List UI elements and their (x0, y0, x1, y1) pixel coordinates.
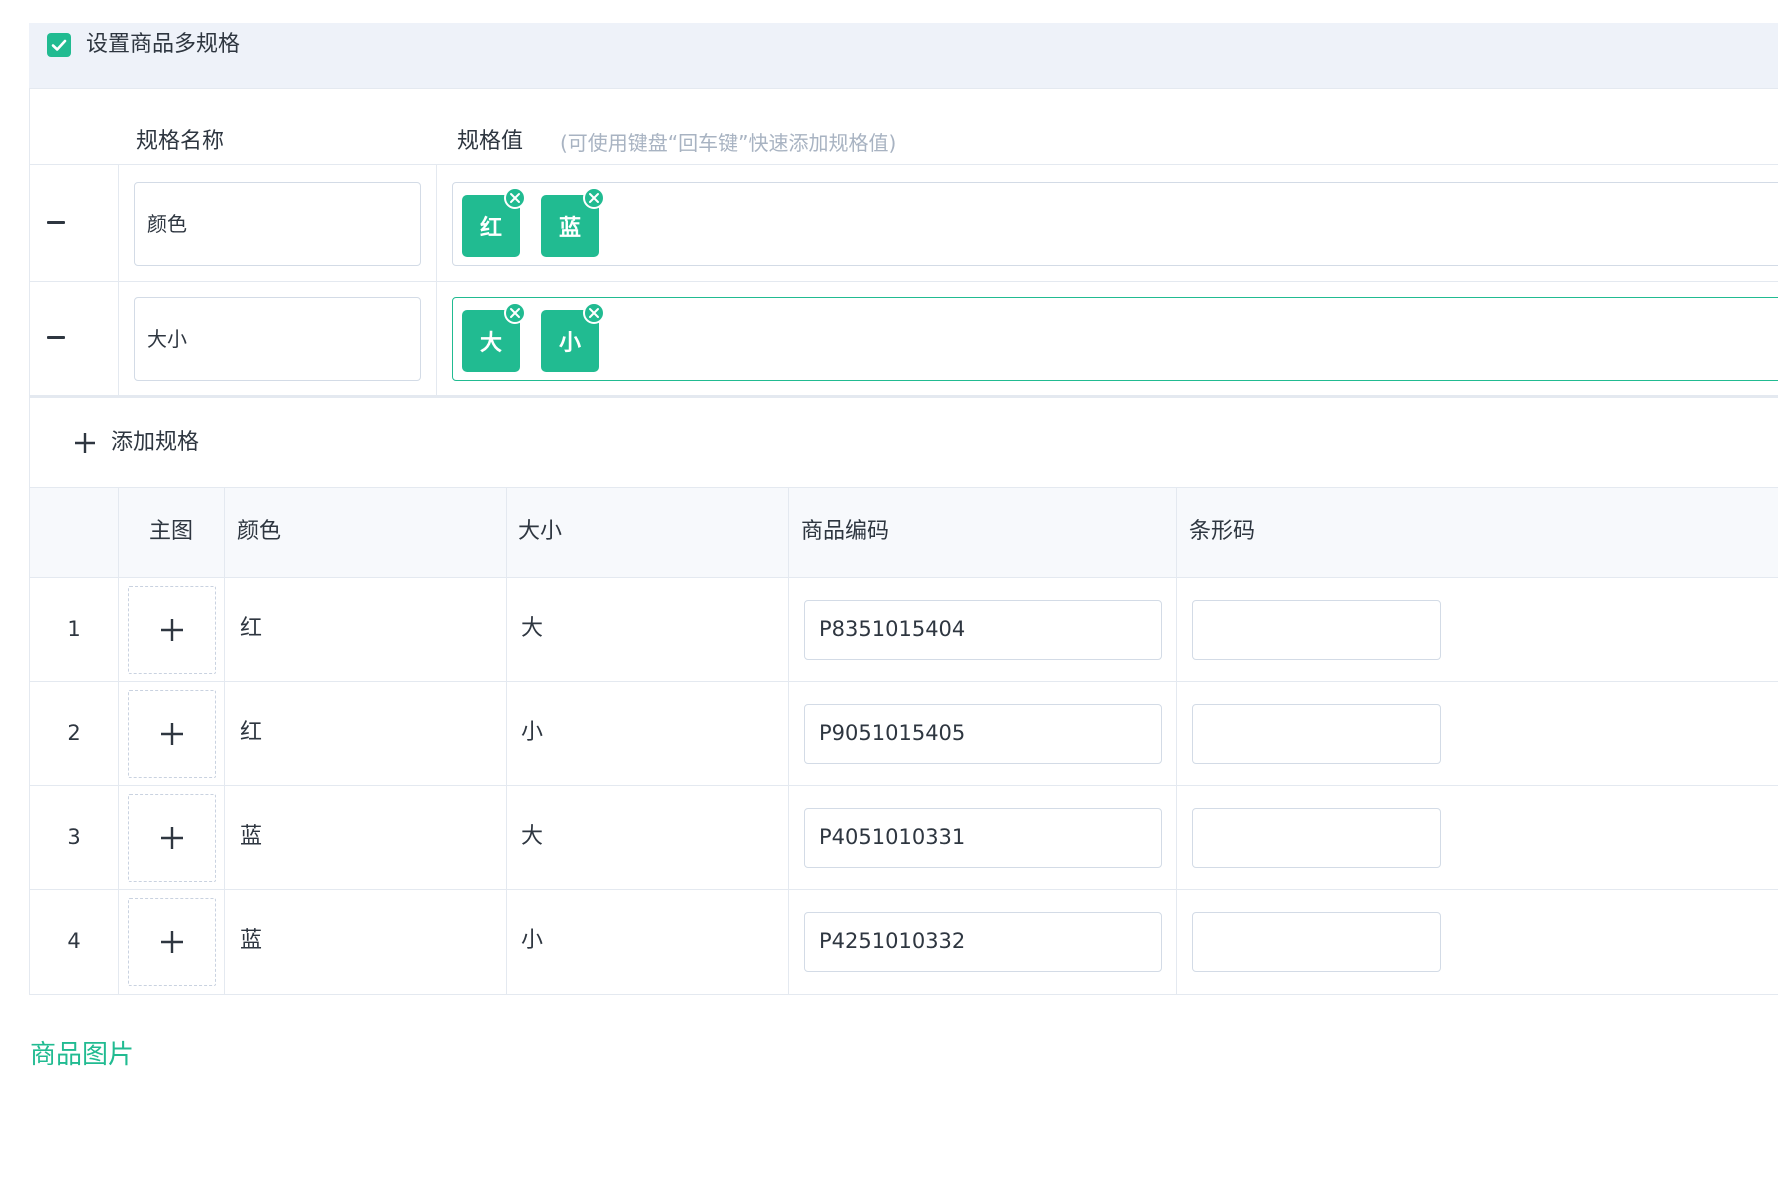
multi-spec-checkbox[interactable] (47, 33, 71, 57)
size-cell: 小 (521, 720, 544, 745)
add-spec-label: 添加规格 (111, 430, 200, 455)
spec-name-input[interactable]: 颜色 (134, 182, 421, 266)
image-upload-button[interactable] (128, 586, 216, 674)
product-code-input[interactable]: P9051015405 (804, 704, 1162, 764)
plus-icon (161, 827, 183, 849)
plus-icon (75, 433, 95, 453)
column-header-barcode: 条形码 (1189, 519, 1256, 544)
row-index: 3 (67, 825, 81, 849)
barcode-input[interactable] (1192, 600, 1441, 660)
image-upload-button[interactable] (128, 794, 216, 882)
row-index: 1 (67, 617, 81, 641)
spec-name-value: 大小 (147, 327, 187, 351)
spec-value-label: 大 (479, 331, 502, 356)
spec-values-input[interactable] (452, 297, 1778, 381)
divider (29, 577, 1778, 578)
divider (118, 165, 119, 395)
spec-name-value: 颜色 (147, 212, 187, 236)
size-cell: 小 (521, 928, 544, 953)
spec-values-input[interactable] (452, 182, 1778, 266)
image-upload-button[interactable] (128, 898, 216, 986)
spec-value-hint: (可使用键盘“回车键”快速添加规格值) (560, 131, 897, 155)
divider (224, 488, 225, 994)
plus-icon (161, 723, 183, 745)
size-cell: 大 (521, 616, 544, 641)
divider (29, 785, 1778, 786)
divider (29, 281, 1778, 282)
close-circle-icon[interactable] (504, 302, 526, 324)
barcode-input[interactable] (1192, 704, 1441, 764)
remove-spec-minus-icon[interactable] (47, 221, 65, 224)
spec-value-label: 蓝 (558, 216, 581, 241)
plus-icon (161, 931, 183, 953)
column-header-image: 主图 (149, 519, 194, 544)
color-cell: 蓝 (240, 928, 263, 953)
close-circle-icon[interactable] (504, 187, 526, 209)
spec-name-column-header: 规格名称 (136, 129, 225, 154)
column-header-size: 大小 (518, 519, 563, 544)
column-header-color: 颜色 (237, 519, 282, 544)
section-title-product-images: 商品图片 (30, 1040, 135, 1070)
divider (506, 488, 507, 994)
row-index: 2 (67, 721, 81, 745)
remove-spec-minus-icon[interactable] (47, 336, 65, 339)
spec-value-label: 红 (479, 216, 502, 241)
spec-editor (29, 89, 1778, 487)
checkmark-icon (51, 39, 67, 51)
divider (788, 488, 789, 994)
divider (29, 164, 1778, 165)
spec-value-label: 小 (558, 331, 581, 356)
spec-name-input[interactable]: 大小 (134, 297, 421, 381)
color-cell: 蓝 (240, 824, 263, 849)
divider (29, 889, 1778, 890)
color-cell: 红 (240, 616, 263, 641)
color-cell: 红 (240, 720, 263, 745)
close-circle-icon[interactable] (583, 302, 605, 324)
divider (29, 681, 1778, 682)
product-code-input[interactable]: P8351015404 (804, 600, 1162, 660)
size-cell: 大 (521, 824, 544, 849)
divider (1176, 488, 1177, 994)
multi-spec-header (29, 23, 1778, 89)
add-spec-button[interactable]: 添加规格 (74, 430, 254, 456)
row-index: 4 (67, 929, 81, 953)
divider (118, 488, 119, 994)
plus-icon (161, 619, 183, 641)
product-code-input[interactable]: P4051010331 (804, 808, 1162, 868)
multi-spec-label: 设置商品多规格 (86, 32, 241, 57)
image-upload-button[interactable] (128, 690, 216, 778)
column-header-code: 商品编码 (801, 519, 890, 544)
product-code-input[interactable]: P4251010332 (804, 912, 1162, 972)
divider (436, 165, 437, 395)
barcode-input[interactable] (1192, 912, 1441, 972)
spec-value-column-header: 规格值 (457, 129, 524, 154)
barcode-input[interactable] (1192, 808, 1441, 868)
close-circle-icon[interactable] (583, 187, 605, 209)
divider (29, 395, 1778, 398)
